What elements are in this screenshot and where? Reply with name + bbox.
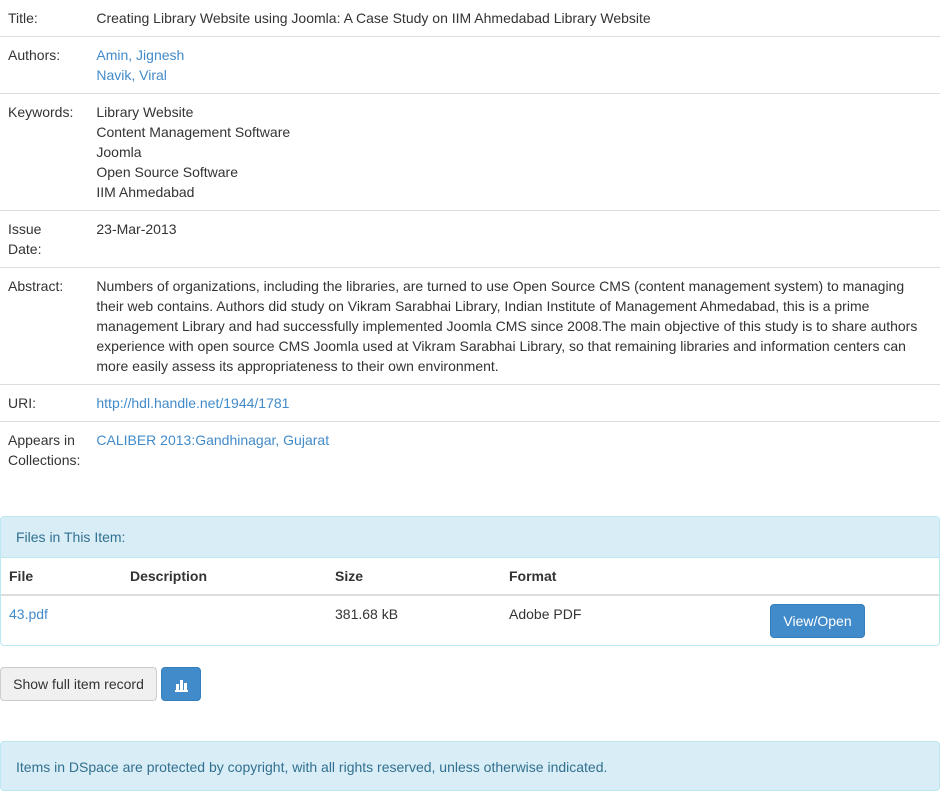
metadata-row-abstract: Abstract: Numbers of organizations, incl… (0, 267, 940, 385)
column-header-file: File (1, 558, 122, 596)
abstract-line: experience with open source CMS Joomla u… (96, 338, 906, 354)
metadata-value-authors: Amin, Jignesh Navik, Viral (88, 36, 940, 94)
keyword: Joomla (96, 144, 142, 160)
files-panel: Files in This Item: File Description Siz… (0, 516, 940, 646)
metadata-value-title: Creating Library Website using Joomla: A… (96, 10, 651, 26)
view-open-button[interactable]: View/Open (770, 604, 865, 638)
uri-link[interactable]: http://hdl.handle.net/1944/1781 (96, 395, 289, 411)
abstract-line: more easily assess its appropriateness t… (96, 358, 499, 374)
column-header-format: Format (501, 558, 872, 596)
keyword: Library Website (96, 104, 194, 120)
size-cell: 381.68 kB (335, 606, 399, 622)
show-full-item-record-button[interactable]: Show full item record (0, 667, 157, 701)
keyword: Content Management Software (96, 124, 291, 140)
description-cell (122, 595, 327, 645)
metadata-row-uri: URI: http://hdl.handle.net/1944/1781 (0, 384, 940, 422)
file-link[interactable]: 43.pdf (9, 606, 48, 622)
column-header-size: Size (327, 558, 501, 596)
column-header-action (871, 558, 939, 596)
abstract-line: Numbers of organizations, including the … (96, 278, 905, 294)
metadata-row-collections: Appears in Collections: CALIBER 2013:Gan… (0, 421, 940, 478)
metadata-value-keywords: Library Website Content Management Softw… (88, 93, 940, 211)
files-table-header: File Description Size Format (1, 558, 939, 596)
metadata-label-uri: URI: (0, 384, 89, 422)
metadata-row-title: Title: Creating Library Website using Jo… (0, 0, 940, 37)
bar-chart-icon (175, 680, 188, 692)
file-cell: 43.pdf (1, 595, 122, 645)
metadata-value-issue-date: 23-Mar-2013 (88, 210, 940, 268)
statistics-button[interactable] (161, 667, 201, 701)
issue-date-label-line: Date: (8, 241, 42, 257)
author-link[interactable]: Navik, Viral (96, 65, 932, 85)
metadata-label-issue-date: Issue Date: (0, 210, 89, 268)
metadata-label-keywords: Keywords: (0, 93, 89, 211)
collections-label-line: Appears in (8, 432, 75, 448)
metadata-label-title: Title: (8, 10, 38, 26)
metadata-value-collections: CALIBER 2013:Gandhinagar, Gujarat (88, 421, 940, 478)
copyright-notice: Items in DSpace are protected by copyrig… (0, 741, 940, 791)
abstract-line: management Library and had successfully … (96, 318, 918, 334)
metadata-value-uri: http://hdl.handle.net/1944/1781 (88, 384, 940, 422)
collections-label-line: Collections: (8, 452, 81, 468)
collection-link[interactable]: CALIBER 2013:Gandhinagar, Gujarat (96, 432, 329, 448)
metadata-row-authors: Authors: Amin, Jignesh Navik, Viral (0, 36, 940, 94)
metadata-label-authors: Authors: (0, 36, 89, 94)
issue-date-label-line: Issue (8, 221, 42, 237)
metadata-label-collections: Appears in Collections: (0, 421, 89, 478)
metadata-row-issue-date: Issue Date: 23-Mar-2013 (0, 210, 940, 268)
item-metadata-table: Title: Creating Library Website using Jo… (0, 0, 940, 478)
keyword: Open Source Software (96, 164, 239, 180)
author-link[interactable]: Amin, Jignesh (96, 45, 932, 65)
metadata-value-abstract: Numbers of organizations, including the … (88, 267, 940, 385)
metadata-row-keywords: Keywords: Library Website Content Manage… (0, 93, 940, 211)
column-header-description: Description (122, 558, 327, 596)
files-panel-heading: Files in This Item: (1, 517, 939, 558)
metadata-label-abstract: Abstract: (0, 267, 89, 385)
abstract-line: their web contains. Authors did study on… (96, 298, 870, 314)
action-cell (872, 595, 939, 645)
keyword: IIM Ahmedabad (96, 184, 195, 200)
